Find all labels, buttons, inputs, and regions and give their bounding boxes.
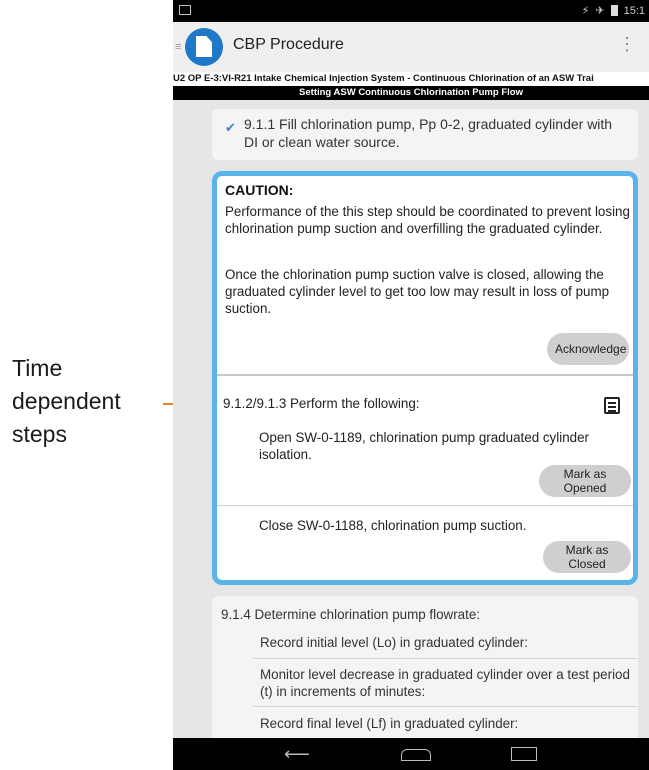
airplane-icon: ✈︎ bbox=[595, 5, 605, 17]
annotation-line: steps bbox=[12, 421, 67, 447]
step-card-9-1-4[interactable]: 9.1.4 Determine chlorination pump flowra… bbox=[212, 596, 638, 738]
record-item[interactable]: Record final level (Lf) in graduated cyl… bbox=[260, 715, 630, 732]
app-title: CBP Procedure bbox=[233, 36, 344, 53]
step-text: 9.1.1 Fill chlorination pump, Pp 0-2, gr… bbox=[244, 116, 613, 150]
procedure-title: U2 OP E-3:VI-R21 Intake Chemical Injecti… bbox=[173, 72, 649, 86]
acknowledge-button[interactable]: Acknowledge bbox=[547, 333, 629, 365]
record-item[interactable]: Monitor level decrease in graduated cyli… bbox=[260, 666, 630, 700]
mark-as-opened-button[interactable]: Mark as Opened bbox=[539, 465, 631, 497]
back-icon[interactable]: ⟵ bbox=[284, 744, 310, 765]
mark-as-closed-button[interactable]: Mark as Closed bbox=[543, 541, 631, 573]
overflow-menu-icon[interactable]: ⋮ bbox=[618, 34, 636, 55]
caution-paragraph: Performance of the this step should be c… bbox=[225, 204, 630, 236]
procedure-content[interactable]: ✔ 9.1.1 Fill chlorination pump, Pp 0-2, … bbox=[173, 100, 649, 738]
tablet-screen: ⚡︎ ✈︎ 15:1 ≡ CBP Procedure ⋮ U2 OP E-3:V… bbox=[173, 0, 649, 770]
signal-off-icon: ⚡︎ bbox=[581, 5, 590, 17]
step-heading-9-1-2: 9.1.2/9.1.3 Perform the following: bbox=[223, 396, 420, 411]
annotation-label: Time dependent steps bbox=[12, 352, 162, 451]
caution-card: CAUTION: Performance of the this step sh… bbox=[212, 171, 638, 585]
substep-close-valve: Close SW-0-1188, chlorination pump sucti… bbox=[259, 518, 527, 533]
status-time: 15:1 bbox=[623, 4, 645, 17]
recent-apps-icon[interactable] bbox=[511, 747, 537, 761]
divider bbox=[253, 706, 638, 707]
app-bar: ≡ CBP Procedure ⋮ bbox=[173, 22, 649, 72]
caution-paragraph: Once the chlorination pump suction valve… bbox=[225, 267, 610, 316]
annotation-line: dependent bbox=[12, 388, 121, 414]
divider bbox=[217, 374, 633, 376]
step-card-9-1-1[interactable]: ✔ 9.1.1 Fill chlorination pump, Pp 0-2, … bbox=[212, 109, 638, 160]
drawer-indicator-icon[interactable]: ≡ bbox=[175, 41, 181, 53]
navigation-bar: ⟵ bbox=[173, 738, 649, 770]
screenshot-icon bbox=[179, 5, 191, 15]
step-heading-9-1-4: 9.1.4 Determine chlorination pump flowra… bbox=[221, 607, 481, 622]
divider bbox=[217, 505, 633, 506]
caution-heading: CAUTION: bbox=[225, 182, 294, 198]
battery-icon bbox=[610, 5, 618, 16]
annotation-line: Time bbox=[12, 355, 63, 381]
record-item[interactable]: Record initial level (Lo) in graduated c… bbox=[260, 634, 630, 651]
checkmark-icon: ✔ bbox=[225, 120, 236, 135]
section-title: Setting ASW Continuous Chlorination Pump… bbox=[173, 86, 649, 100]
divider bbox=[253, 658, 638, 659]
notes-list-icon[interactable] bbox=[604, 397, 620, 414]
status-bar: ⚡︎ ✈︎ 15:1 bbox=[173, 0, 649, 22]
app-logo-icon[interactable] bbox=[185, 28, 223, 66]
home-icon[interactable] bbox=[401, 749, 431, 761]
substep-open-valve: Open SW-0-1189, chlorination pump gradua… bbox=[259, 430, 589, 462]
